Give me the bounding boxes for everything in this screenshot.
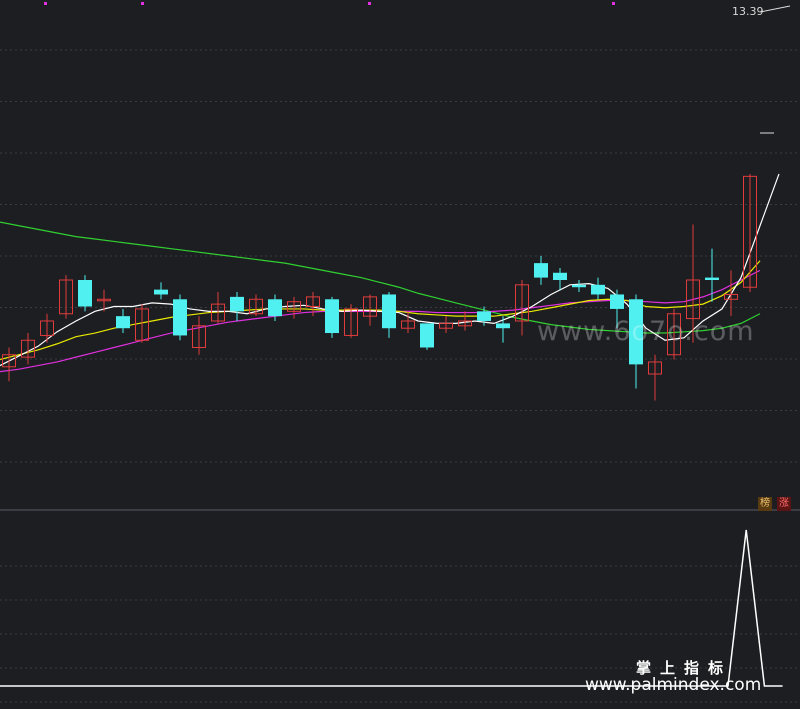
- sub-indicator-tag-zhang[interactable]: 涨: [777, 497, 791, 511]
- candle-body: [534, 263, 548, 278]
- candle-body: [591, 284, 605, 295]
- candle-body: [553, 272, 567, 281]
- watermark-mid-url: www.6o7o.com: [537, 316, 755, 347]
- candle-body: [610, 294, 624, 309]
- candle-body: [325, 299, 339, 334]
- candle-body: [268, 299, 282, 317]
- candle-body: [477, 311, 491, 321]
- candlestick-chart: [0, 2, 800, 703]
- candle-body: [154, 289, 168, 295]
- top-marker: [612, 2, 615, 5]
- top-marker: [141, 2, 144, 5]
- price-pointer-line: [759, 5, 791, 13]
- watermark-url: www.palmindex.com: [585, 675, 762, 695]
- candle-body: [382, 294, 396, 329]
- candle-body: [572, 284, 586, 288]
- candle-body: [173, 299, 187, 336]
- candle-body: [420, 323, 434, 348]
- price-label: 13.39: [732, 5, 764, 18]
- top-marker: [44, 2, 47, 5]
- sub-indicator-tag-bang[interactable]: 榜: [758, 497, 772, 511]
- candle-body: [230, 296, 244, 312]
- candle-body: [705, 277, 719, 281]
- top-marker: [368, 2, 371, 5]
- candle-body: [78, 280, 92, 307]
- candle-body: [496, 323, 510, 329]
- candle-body: [116, 316, 130, 329]
